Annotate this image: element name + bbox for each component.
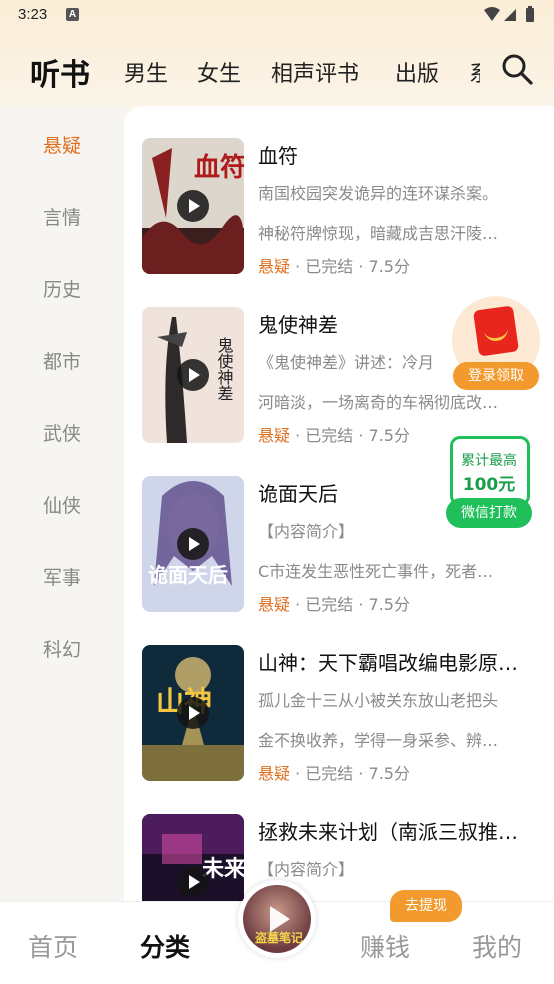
book-description: 河暗淡，一场离奇的车祸彻底改… [258,393,499,412]
tab-published[interactable]: 出版 [395,56,439,88]
play-icon[interactable] [177,359,209,391]
tab-female[interactable]: 女生 [197,56,241,88]
tab-system[interactable]: 系 [469,56,480,88]
withdraw-badge[interactable]: 去提现 [390,890,462,922]
sidebar-item-scifi[interactable]: 科幻 [0,635,124,662]
book-status: · 已完结 · 7.5分 [295,257,410,276]
book-cover[interactable]: 鬼使神差 [142,307,244,443]
sidebar-item-urban[interactable]: 都市 [0,347,124,374]
sidebar-item-suspense[interactable]: 悬疑 [0,131,124,158]
book-description: C市连发生恶性死亡事件，死者… [258,562,494,581]
sidebar-item-wuxia[interactable]: 武侠 [0,419,124,446]
tab-me[interactable]: 我的 [472,928,522,964]
book-title[interactable]: 拯救未来计划（南派三叔推… [258,816,538,845]
signal-icon [504,9,516,21]
book-description: 金不换收养，学得一身采参、辨… [258,731,499,750]
book-cover[interactable]: 诡面天后 [142,476,244,612]
notification-icon: A [66,8,79,21]
book-genre: 悬疑 [258,764,291,783]
book-description: 神秘符牌惊现，暗藏成吉思汗陵… [258,224,499,243]
now-playing-button[interactable]: 盗墓笔记 [238,880,316,958]
top-nav: 听书 男生 女生 相声评书 出版 系 [0,40,554,106]
book-meta: 悬疑 · 已完结 · 7.5分 [258,591,410,615]
book-status: · 已完结 · 7.5分 [295,595,410,614]
book-cover[interactable]: 血符 [142,138,244,274]
red-envelope-icon [472,305,520,357]
book-meta: 悬疑 · 已完结 · 7.5分 [258,760,410,784]
book-title[interactable]: 山神：天下霸唱改编电影原… [258,647,538,676]
payout-caption: 累计最高 [461,453,517,469]
tab-home[interactable]: 首页 [28,928,78,964]
bottom-tab-bar: 首页 分类 盗墓笔记 赚钱 去提现 我的 [0,880,554,984]
play-icon[interactable] [177,697,209,729]
book-description: 【内容简介】 [258,860,355,879]
book-item[interactable]: 未来 拯救未来计划（南派三叔推… 【内容简介】 [124,814,554,901]
book-item[interactable]: 血符 血符 南国校园突发诡异的连环谋杀案。 神秘符牌惊现，暗藏成吉思汗陵… 悬疑… [124,138,554,288]
sidebar-item-military[interactable]: 军事 [0,563,124,590]
category-sidebar: 悬疑 言情 历史 都市 武侠 仙侠 军事 科幻 [0,106,124,901]
book-meta: 悬疑 · 已完结 · 7.5分 [258,422,410,446]
cover-title-text: 诡面天后 [148,563,228,587]
sidebar-item-romance[interactable]: 言情 [0,203,124,230]
tab-earn[interactable]: 赚钱 [360,928,410,964]
book-item[interactable]: 山神 山神：天下霸唱改编电影原… 孤儿金十三从小被关东放山老把头 金不换收养，学… [124,645,554,795]
login-reward-widget[interactable]: 登录领取 [452,296,542,392]
sidebar-item-xianxia[interactable]: 仙侠 [0,491,124,518]
play-icon[interactable] [177,866,209,898]
tab-strip: 男生 女生 相声评书 出版 系 [120,40,480,106]
book-meta: 悬疑 · 已完结 · 7.5分 [258,253,410,277]
status-time: 3:23 [18,6,48,23]
wifi-icon [484,7,500,21]
book-description: 孤儿金十三从小被关东放山老把头 [258,691,499,710]
wechat-payout-button[interactable]: 微信打款 [446,498,532,528]
book-genre: 悬疑 [258,595,291,614]
book-status: · 已完结 · 7.5分 [295,426,410,445]
play-icon[interactable] [177,528,209,560]
tab-category[interactable]: 分类 [140,928,190,964]
play-icon[interactable] [177,190,209,222]
book-genre: 悬疑 [258,257,291,276]
book-genre: 悬疑 [258,426,291,445]
book-status: · 已完结 · 7.5分 [295,764,410,783]
book-title[interactable]: 血符 [258,140,538,169]
book-cover[interactable]: 山神 [142,645,244,781]
wechat-payout-widget[interactable]: 累计最高 100元 微信打款 [446,436,532,530]
tab-male[interactable]: 男生 [124,56,168,88]
now-playing-cover: 盗墓笔记 [243,885,311,953]
status-bar: 3:23 A [0,0,554,30]
book-cover[interactable]: 未来 [142,814,244,901]
tab-crosstalk[interactable]: 相声评书 [271,56,359,88]
search-icon[interactable] [500,52,534,86]
battery-icon [526,8,534,22]
login-reward-label[interactable]: 登录领取 [453,362,539,390]
sidebar-item-history[interactable]: 历史 [0,275,124,302]
now-playing-cover-text: 盗墓笔记 [255,931,304,945]
status-indicators [482,6,542,24]
payout-amount: 100元 [462,475,516,495]
tab-audiobook[interactable]: 听书 [30,50,90,94]
cover-title-text: 血符 [194,152,244,183]
book-description: 南国校园突发诡异的连环谋杀案。 [258,184,499,203]
cover-title-text: 鬼使神差 [215,337,234,401]
